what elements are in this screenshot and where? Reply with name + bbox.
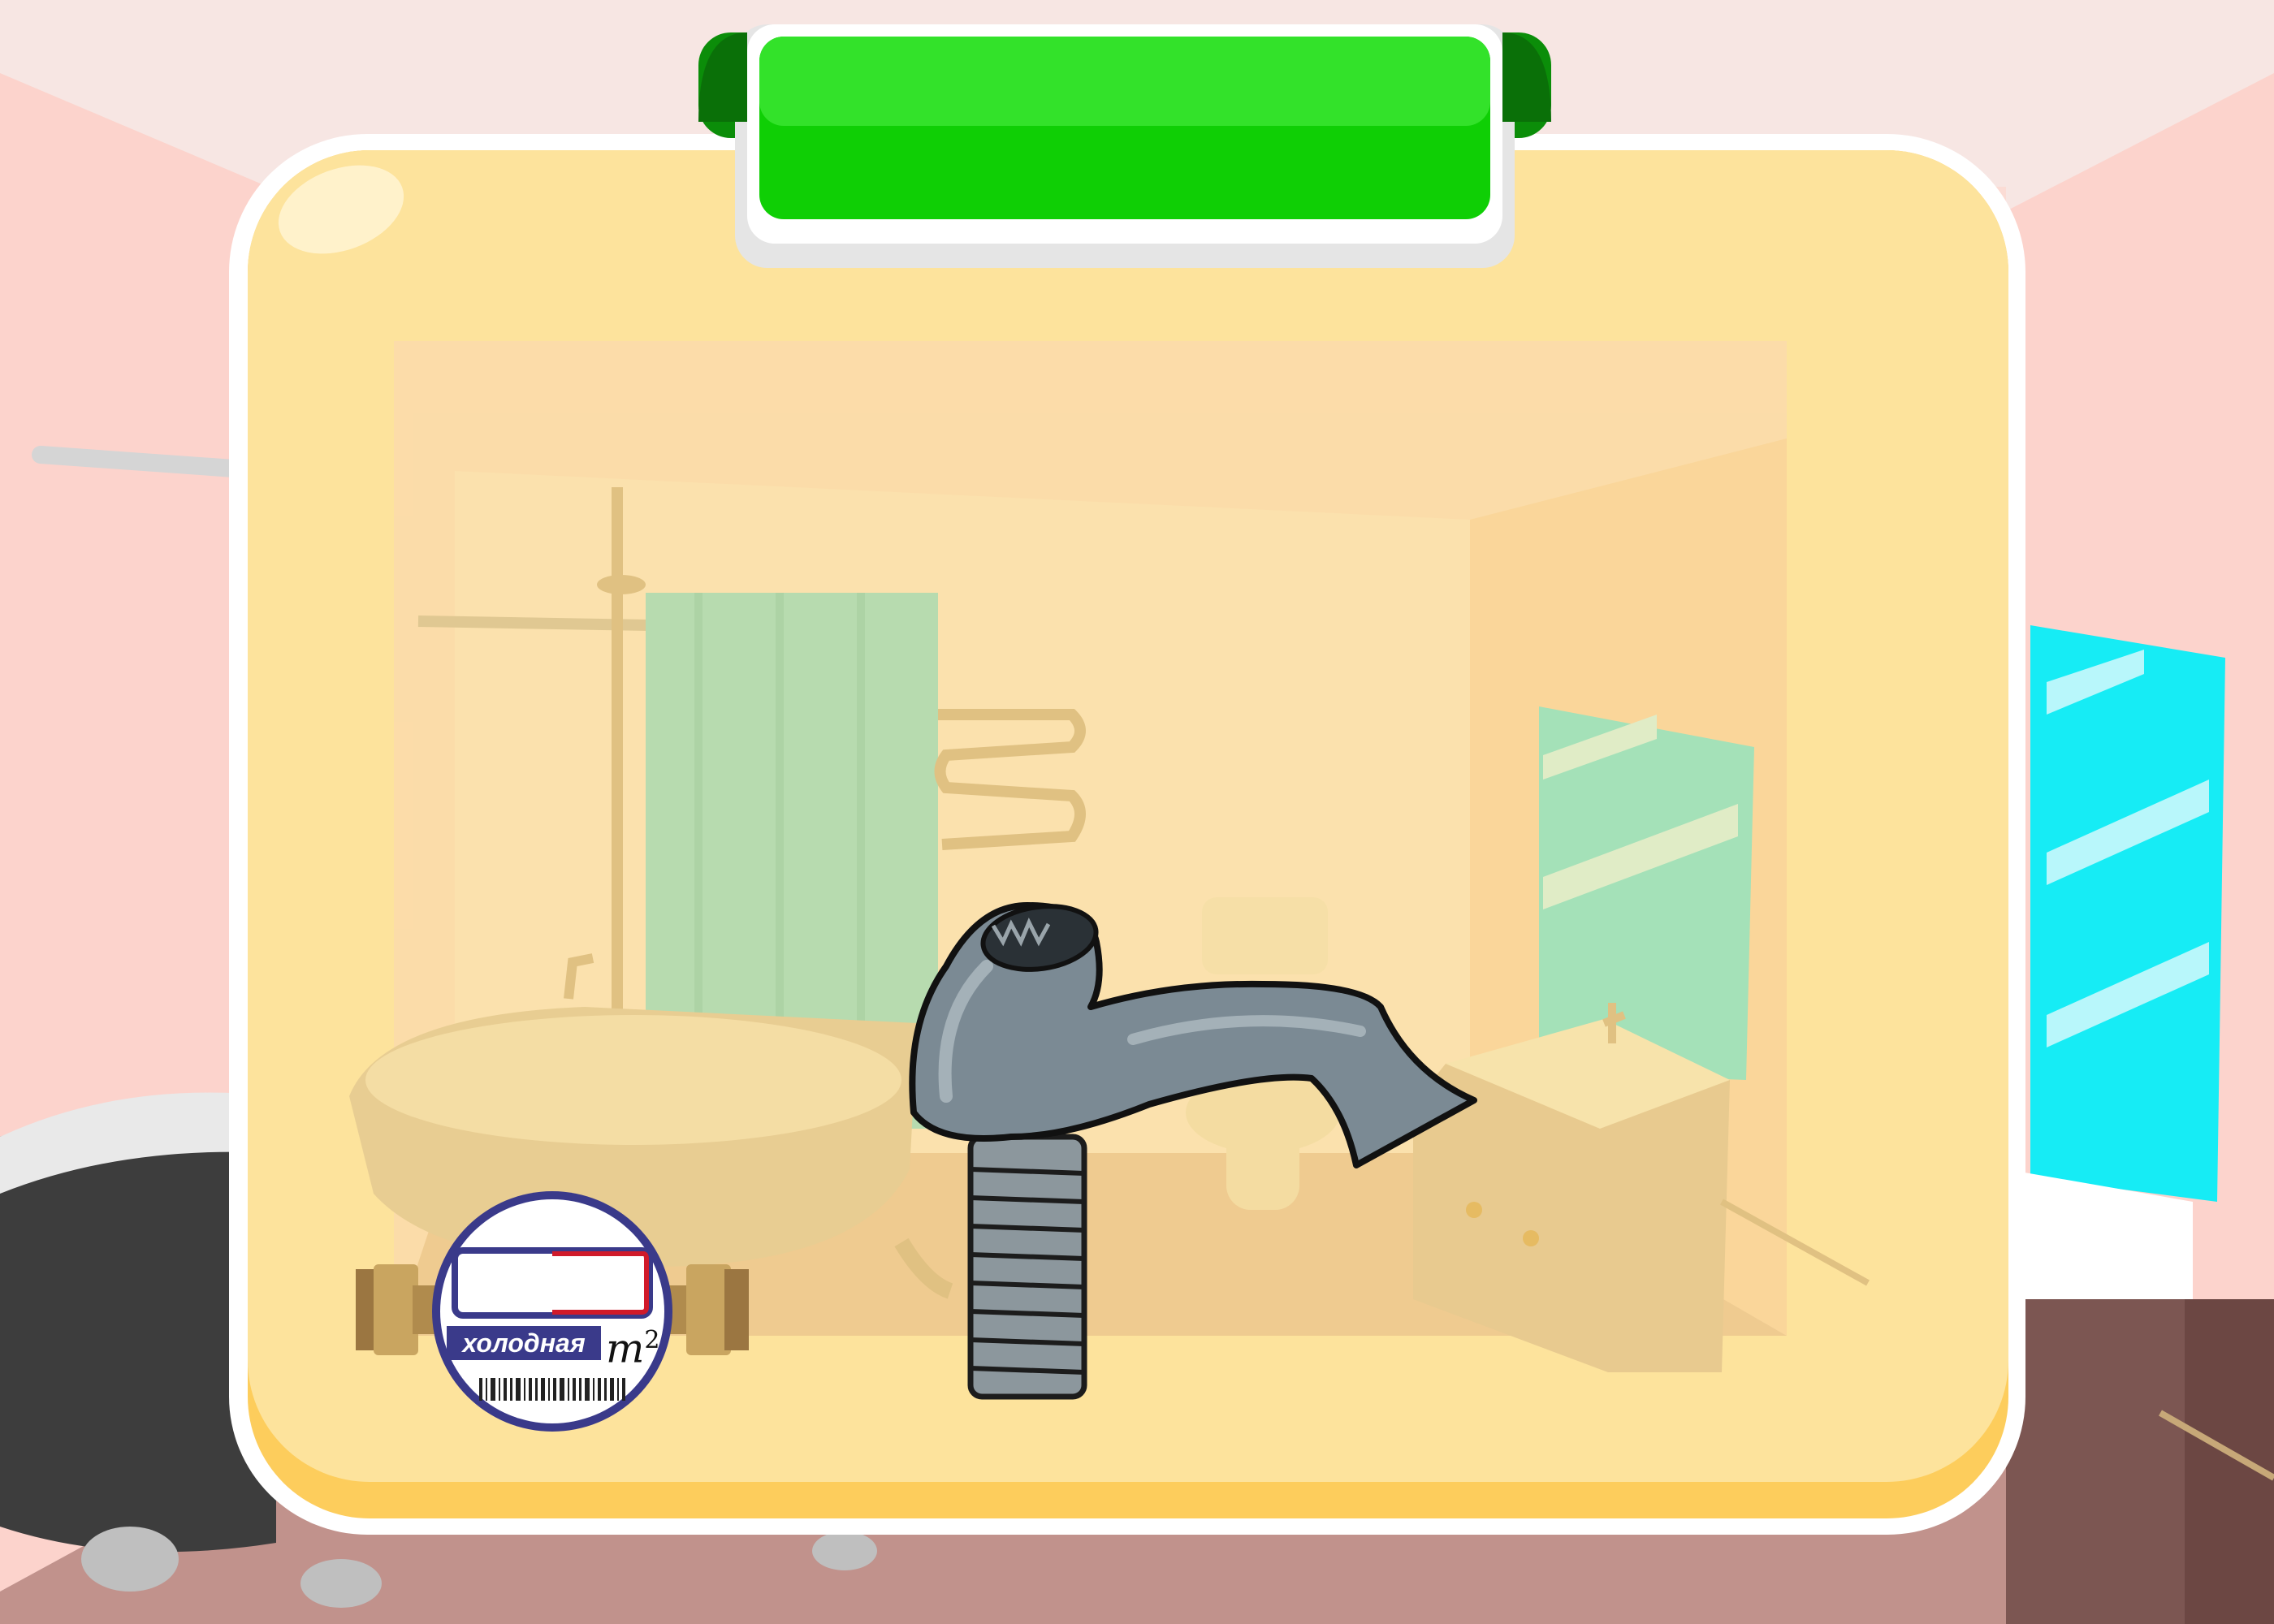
faucet-spout-item[interactable] (889, 893, 1486, 1405)
water-meter-unit: m2 (606, 1320, 660, 1370)
water-meter-item[interactable]: холодная m2 (349, 1190, 755, 1433)
water-meter-unit-base: m (606, 1324, 645, 1372)
water-meter-icon (356, 1191, 749, 1432)
water-meter-label: холодная (462, 1328, 586, 1358)
faucet-spout-icon (909, 902, 1477, 1400)
panel-title-tab (698, 24, 1551, 268)
water-meter-unit-power: 2 (644, 1326, 660, 1354)
